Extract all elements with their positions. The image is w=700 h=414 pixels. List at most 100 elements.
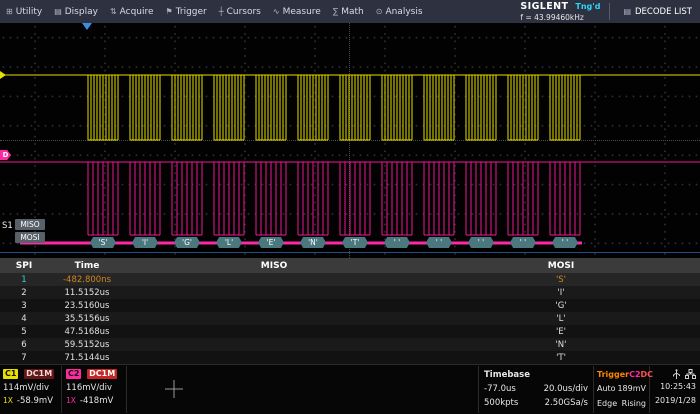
top-menu-bar: ⊞Utility▤Display⇅Acquire⚑Trigger┼Cursors… [0,0,700,23]
decode-bubble: 'L' [216,237,242,248]
frequency-readout: f = 43.99460kHz [520,14,600,22]
system-status[interactable]: 10:25:43 2019/1/28 [651,366,700,413]
decode-bubble: ' ' [510,237,536,248]
menu-item-utility[interactable]: ⊞Utility [0,0,48,23]
decode-event-table: SPI Time MISO MOSI 1-482.800ns'S'211.515… [0,258,700,364]
bus-baseline [0,252,700,253]
t-time: 59.5152us [48,340,126,350]
t-mosi: 'G' [422,301,700,311]
trigger-source-coupling: C2DC [629,368,653,382]
timebase-memory: 500kpts [484,396,518,410]
menu: ⊞Utility▤Display⇅Acquire⚑Trigger┼Cursors… [0,0,429,23]
waveform-area[interactable]: D S1 MISO MOSI 'S''I''G''L''E''N''T'' ''… [0,23,700,258]
c2-offset: -418mV [80,396,113,406]
menu-item-label: Analysis [385,7,422,17]
t-mosi: 'N' [422,340,700,350]
menu-item-label: Cursors [227,7,261,17]
menu-item-measure[interactable]: ∿Measure [267,0,327,23]
channel1-offset-marker[interactable] [0,71,6,79]
trigger-title: Trigger [597,368,629,382]
timebase-status[interactable]: Timebase -77.0us 20.0us/div 500kpts 2.50… [478,366,594,413]
decode-bubble: ' ' [426,237,452,248]
trigger-type: Edge [597,397,617,411]
t-idx: 5 [0,327,48,337]
clock-date: 2019/1/28 [653,394,696,408]
oscilloscope-screen: ⊞Utility▤Display⇅Acquire⚑Trigger┼Cursors… [0,0,700,414]
c2-scale: 116mV/div [66,382,123,396]
t-time: 11.5152us [48,288,126,298]
col-header-time: Time [48,261,126,271]
analysis-icon: ⊙ [376,7,383,16]
channel2-status[interactable]: C2 DC1M 116mV/div 1X-418mV [63,366,127,413]
miso-label[interactable]: MISO [15,219,45,230]
decode-list-icon: ▤ [623,7,631,16]
menu-item-cursors[interactable]: ┼Cursors [213,0,267,23]
brand-block: SIGLENT Tng'd f = 43.99460kHz [516,0,604,23]
t-idx: 3 [0,301,48,311]
menu-item-math[interactable]: ∑Math [327,0,370,23]
cursors-icon: ┼ [219,7,224,16]
table-row[interactable]: 771.5144us'T' [0,351,700,364]
bus-group-label: S1 [2,221,13,231]
brand-logo: SIGLENT [520,2,568,12]
t-mosi: 'I' [422,288,700,298]
decode-bubble: 'I' [132,237,158,248]
t-idx: 1 [0,275,48,285]
t-idx: 2 [0,288,48,298]
usb-icon [672,369,681,380]
menu-item-analysis[interactable]: ⊙Analysis [370,0,429,23]
menu-item-trigger[interactable]: ⚑Trigger [160,0,213,23]
t-time: 71.5144us [48,353,126,363]
topbar-divider [609,3,610,20]
decode-list-label: DECODE LIST [635,7,692,17]
c1-badge: C1 [3,369,18,379]
measure-icon: ∿ [273,7,280,16]
t-mosi: 'L' [422,314,700,324]
channel1-status[interactable]: C1 DC1M 114mV/div 1X-58.9mV [0,366,62,413]
t-time: -482.800ns [48,275,126,285]
menu-item-display[interactable]: ▤Display [48,0,104,23]
col-header-spi: SPI [0,261,48,271]
decode-bubble: ' ' [384,237,410,248]
decode-bubble: ' ' [552,237,578,248]
menu-item-label: Utility [16,7,42,17]
c1-scale: 114mV/div [3,382,58,396]
table-row[interactable]: 435.5156us 'L' [0,312,700,325]
table-row[interactable]: 211.5152us 'I' [0,286,700,299]
math-icon: ∑ [333,7,338,16]
t-idx: 4 [0,314,48,324]
mosi-label[interactable]: MOSI [15,232,45,243]
timebase-samplerate: 2.50GSa/s [545,396,588,410]
trigger-level: 189mV [617,382,646,396]
display-icon: ▤ [54,7,62,16]
table-row[interactable]: 547.5168us 'E' [0,325,700,338]
menu-item-label: Display [65,7,98,17]
trigger-slope: Rising [622,397,646,411]
decode-bubble: 'N' [300,237,326,248]
timebase-delay: -77.0us [484,382,516,396]
status-bar: C1 DC1M 114mV/div 1X-58.9mV C2 DC1M 116m… [0,364,700,414]
clock-time: 10:25:43 [653,380,696,394]
menu-item-label: Math [341,7,364,17]
decode-bubble: 'T' [342,237,368,248]
table-row[interactable]: 1-482.800ns'S' [0,273,700,286]
t-time: 47.5168us [48,327,126,337]
trigger-icon: ⚑ [166,7,173,16]
t-time: 35.5156us [48,314,126,324]
timebase-title: Timebase [484,368,530,382]
c1-offset: -58.9mV [17,396,53,406]
menu-item-acquire[interactable]: ⇅Acquire [104,0,160,23]
decode-list-button[interactable]: ▤ DECODE LIST [615,0,700,23]
col-header-miso: MISO [126,261,422,271]
table-body: 1-482.800ns'S' 211.5152us 'I'323.5160us'G'… [0,273,700,364]
lan-icon [685,369,696,379]
t-mosi: 'E' [422,327,700,337]
table-row[interactable]: 659.5152us'N' [0,338,700,351]
menu-item-label: Acquire [120,7,154,17]
c1-coupling-badge: DC1M [24,369,54,379]
trigger-status-box[interactable]: Trigger C2DC Auto 189mV Edge Rising [594,366,650,413]
table-row[interactable]: 323.5160us'G' [0,299,700,312]
trigger-status-badge: Tng'd [575,3,600,11]
trigger-position-marker[interactable] [82,23,92,30]
menu-item-label: Trigger [176,7,207,17]
